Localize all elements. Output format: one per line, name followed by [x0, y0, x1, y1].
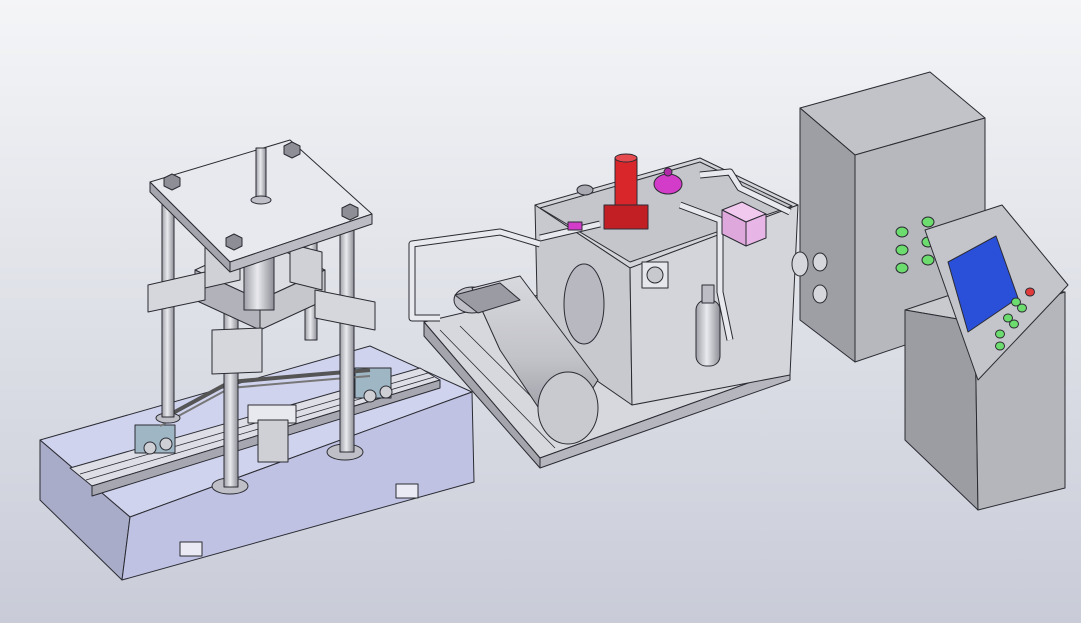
magenta-fitting	[567, 221, 583, 231]
column	[339, 229, 355, 453]
inline-filter	[695, 299, 721, 367]
pressure-gauge	[653, 173, 683, 195]
top-rod	[255, 147, 267, 199]
cad-render	[0, 0, 1081, 623]
support-post	[257, 419, 289, 463]
motor-face	[537, 371, 599, 445]
cad-assembly-scene	[0, 0, 1081, 623]
red-valve-base	[603, 204, 649, 230]
red-relief-valve	[614, 157, 638, 209]
crosshead-arm-front	[211, 327, 263, 375]
tank-inspection-cover	[563, 263, 605, 345]
base-handle-slot	[395, 483, 419, 499]
base-handle-slot	[179, 541, 203, 557]
